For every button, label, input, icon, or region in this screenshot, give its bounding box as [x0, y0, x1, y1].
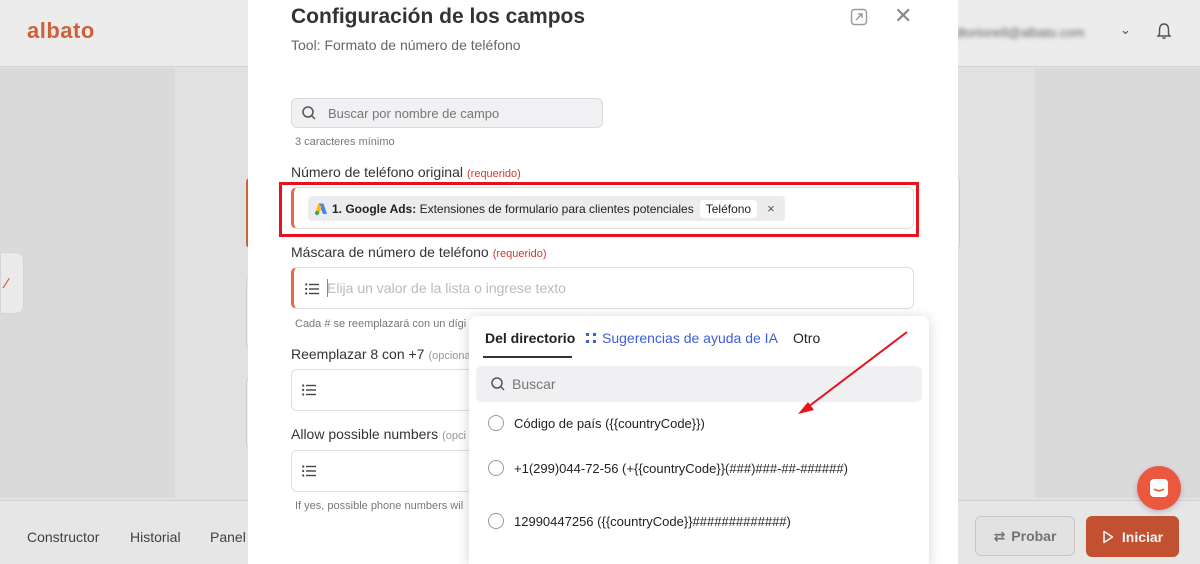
allow-possible-hint: If yes, possible phone numbers wil — [295, 500, 464, 512]
optional-badge: (opciona — [428, 350, 471, 362]
annotation-arrow — [798, 331, 908, 414]
list-item[interactable]: +1(299)044-72-56 (+{{countryCode}}(###)#… — [488, 460, 848, 476]
field-label-text: Reemplazar 8 con +7 — [291, 346, 425, 362]
option-label: 12990447256 ({{countryCode}}############… — [514, 513, 791, 529]
tab-ai-label: Sugerencias de ayuda de IA — [602, 330, 778, 346]
required-badge: (requerido) — [492, 248, 547, 260]
modal-title: Configuración de los campos — [291, 5, 586, 28]
list-icon[interactable] — [302, 465, 316, 477]
chat-icon — [1150, 479, 1168, 497]
expand-icon[interactable] — [850, 8, 868, 26]
highlight-frame — [279, 182, 919, 237]
support-chat-button[interactable] — [1137, 466, 1181, 510]
radio-button[interactable] — [488, 513, 504, 529]
search-icon — [491, 377, 505, 391]
option-label: +1(299)044-72-56 (+{{countryCode}}(###)#… — [514, 460, 848, 476]
active-tab-underline — [483, 356, 572, 358]
radio-button[interactable] — [488, 460, 504, 476]
tab-ai-suggestions[interactable]: Sugerencias de ayuda de IA — [585, 330, 778, 346]
field-label-original-phone: Número de teléfono original (requerido) — [291, 164, 521, 180]
field-label-phone-mask: Máscara de número de teléfono (requerido) — [291, 244, 547, 260]
tab-del-directorio[interactable]: Del directorio — [485, 330, 575, 346]
radio-button[interactable] — [488, 415, 504, 431]
field-search-input[interactable] — [328, 105, 588, 121]
field-label-text: Allow possible numbers — [291, 426, 439, 442]
list-icon[interactable] — [305, 283, 319, 295]
phone-mask-hint: Cada # se reemplazará con un dígi — [295, 318, 467, 330]
list-icon[interactable] — [302, 384, 316, 396]
field-label-text: Número de teléfono original — [291, 164, 463, 180]
sparkle-icon — [586, 333, 596, 343]
field-label-allow-possible: Allow possible numbers (opci — [291, 426, 466, 442]
search-icon — [302, 106, 316, 120]
close-icon[interactable]: ✕ — [894, 5, 912, 27]
field-search-box[interactable] — [291, 98, 603, 128]
field-label-text: Máscara de número de teléfono — [291, 244, 489, 260]
option-label: Código de país ({{countryCode}}) — [514, 415, 705, 431]
search-hint: 3 caracteres mínimo — [295, 136, 395, 148]
required-badge: (requerido) — [467, 168, 521, 180]
list-item[interactable]: Código de país ({{countryCode}}) — [488, 415, 705, 431]
list-item[interactable]: 12990447256 ({{countryCode}}############… — [488, 513, 791, 529]
phone-mask-placeholder[interactable]: Elija un valor de la lista o ingrese tex… — [327, 280, 566, 296]
field-label-replace-8: Reemplazar 8 con +7 (opciona — [291, 346, 471, 362]
optional-badge: (opci — [442, 430, 466, 442]
modal-subtitle: Tool: Formato de número de teléfono — [291, 37, 521, 53]
